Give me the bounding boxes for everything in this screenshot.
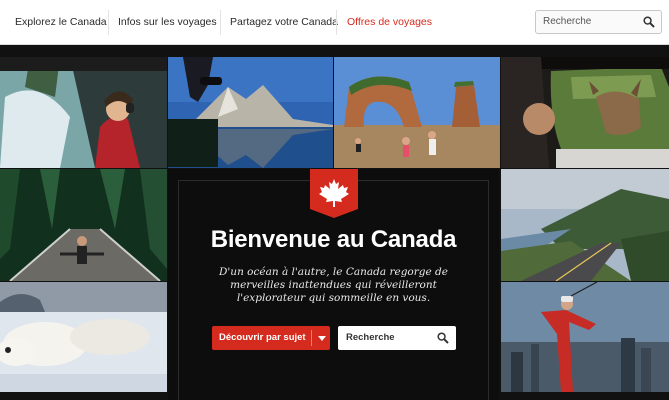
photo-polar-bears[interactable]: [0, 282, 167, 392]
search-icon[interactable]: [643, 16, 655, 28]
top-navigation: Explorez le Canada Infos sur les voyages…: [0, 0, 669, 45]
page-title: Bienvenue au Canada: [210, 226, 457, 253]
photo-hopewell-rocks[interactable]: [334, 57, 500, 168]
search-placeholder: Recherche: [543, 16, 592, 27]
photo-mountain-lake[interactable]: [168, 57, 333, 168]
photo-coastal-road[interactable]: [501, 169, 669, 281]
search-icon[interactable]: [437, 332, 449, 344]
subtitle-line: l'explorateur qui sommeille en vous.: [236, 292, 431, 304]
photo-suspension-bridge[interactable]: [0, 169, 167, 281]
subtitle-line: D'un océan à l'autre, le Canada regorge …: [219, 266, 448, 278]
subtitle-line: merveilles inattendues qui réveilleront: [230, 279, 437, 291]
nav-travel-offers[interactable]: Offres de voyages: [347, 0, 432, 45]
nav-divider: [220, 10, 221, 35]
photo-moose-car[interactable]: [501, 57, 669, 168]
nav-travel-info[interactable]: Infos sur les voyages: [118, 0, 217, 45]
search-input[interactable]: Recherche: [535, 10, 662, 34]
dropdown-divider: [311, 330, 312, 346]
photo-cn-tower-edgewalk[interactable]: [501, 282, 669, 392]
nav-divider: [108, 10, 109, 35]
nav-share[interactable]: Partagez votre Canada: [230, 0, 338, 45]
photo-niagara-falls[interactable]: [0, 57, 167, 168]
discover-by-topic-dropdown[interactable]: Découvrir par sujet: [212, 326, 330, 350]
hero-search-input[interactable]: Recherche: [338, 326, 456, 350]
maple-leaf-icon: [310, 169, 358, 218]
chevron-down-icon[interactable]: [318, 336, 326, 341]
nav-divider: [336, 10, 337, 35]
hero-search-placeholder: Recherche: [346, 332, 395, 343]
nav-explore[interactable]: Explorez le Canada: [15, 0, 107, 45]
welcome-subtitle: D'un océan à l'autre, le Canada regorge …: [188, 266, 479, 305]
discover-label: Découvrir par sujet: [219, 332, 306, 343]
